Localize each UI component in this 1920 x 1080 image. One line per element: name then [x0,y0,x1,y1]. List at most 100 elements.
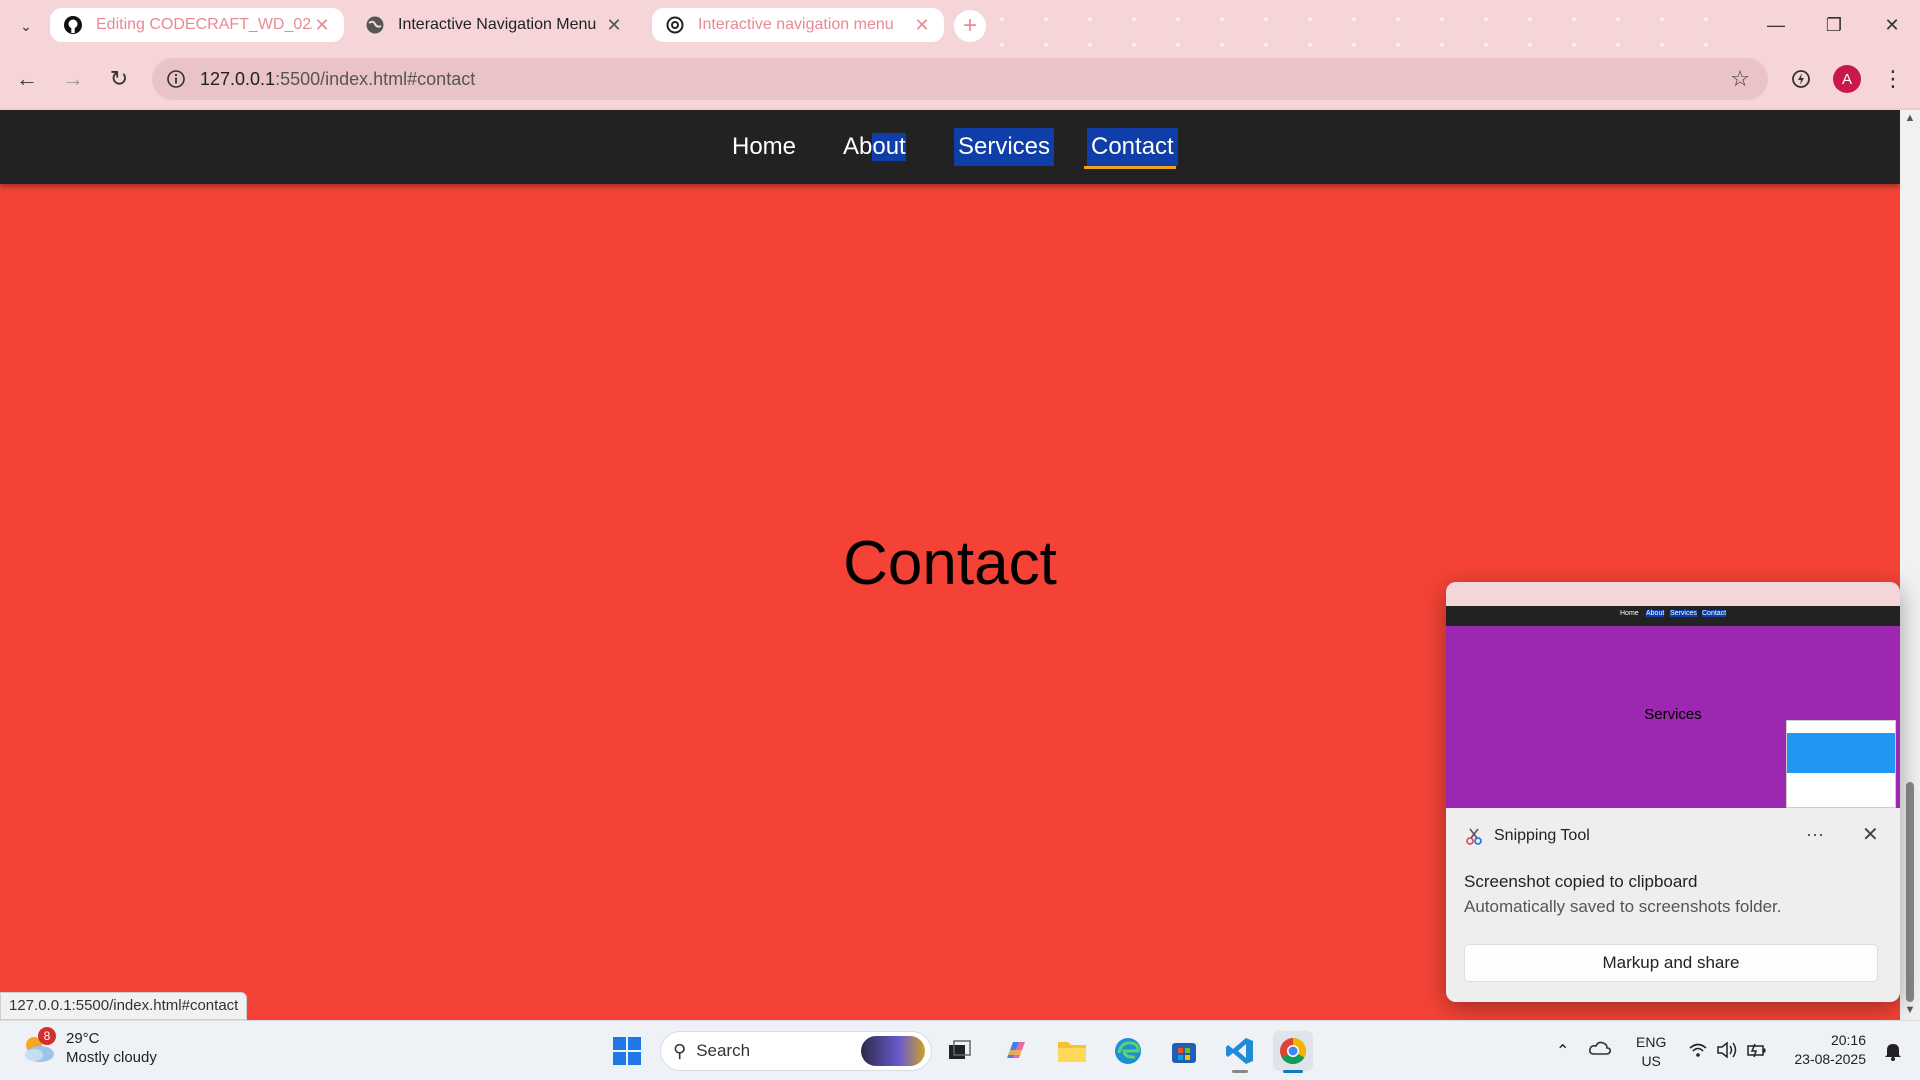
reload-icon[interactable]: ↻ [104,64,134,94]
wifi-icon[interactable] [1688,1041,1708,1064]
weather-condition: Mostly cloudy [66,1049,157,1066]
edge-icon [1115,1038,1141,1064]
preview-nav-services: Services [1670,610,1697,617]
markup-and-share-button[interactable]: Markup and share [1464,944,1878,982]
tab-editing-codecraft[interactable]: Editing CODECRAFT_WD_02/RE ✕ [50,8,344,42]
restore-icon[interactable]: ❐ [1814,10,1854,40]
search-icon: ⚲ [673,1040,687,1061]
close-icon[interactable]: ✕ [1862,822,1879,847]
site-info-icon[interactable] [164,67,188,91]
battery-charging-icon[interactable] [1746,1041,1768,1064]
tab-strip-decoration [980,0,1740,50]
clock-date: 23-08-2025 [1794,1051,1866,1067]
search-placeholder: Search [696,1041,751,1060]
start-button[interactable] [607,1031,647,1071]
vscode-button[interactable] [1220,1031,1260,1073]
preview-nav-contact: Contact [1702,610,1727,617]
profile-avatar[interactable]: A [1833,65,1861,93]
extension-icon[interactable] [1786,64,1816,94]
tab-interactive-navigation-menu-chatgpt[interactable]: Interactive navigation menu ✕ [652,8,944,42]
bookmark-star-icon[interactable]: ☆ [1730,66,1750,92]
toast-app-name: Snipping Tool [1494,827,1590,844]
back-icon[interactable]: ← [12,64,42,94]
tab-close-icon[interactable]: ✕ [312,15,332,36]
close-window-icon[interactable]: ✕ [1872,10,1912,40]
file-explorer-button[interactable] [1052,1031,1092,1071]
system-tray: ⌃ ENG US 20:16 23-08-2025 [1550,1021,1920,1080]
weather-temp: 29°C [66,1030,100,1047]
scroll-up-icon[interactable]: ▲ [1904,112,1916,124]
tab-interactive-navigation-menu[interactable]: Interactive Navigation Menu ✕ [352,8,636,42]
show-hidden-icons-chevron-icon[interactable]: ⌃ [1556,1041,1569,1061]
nav-link-contact[interactable]: Contact [1087,128,1178,166]
clock-time: 20:16 [1830,1032,1866,1048]
github-icon [62,14,84,36]
weather-badge: 8 [38,1027,56,1045]
preview-nav-about: About [1646,610,1665,617]
tab-strip: ⌄ Editing CODECRAFT_WD_02/RE ✕ Interacti… [0,0,1920,50]
preview-navbar: Home About Services Contact [1446,606,1900,626]
nav-link-home[interactable]: Home [728,128,800,166]
taskbar-search[interactable]: ⚲ Search [660,1031,932,1071]
task-view-icon [949,1040,971,1059]
link-status-bubble: 127.0.0.1:5500/index.html#contact [0,992,248,1020]
vscode-icon [1226,1038,1253,1064]
copilot-icon [1007,1042,1025,1058]
weather-text: 29°C Mostly cloudy [66,1029,157,1067]
tab-close-icon[interactable]: ✕ [912,15,932,36]
toast-title: Screenshot copied to clipboard [1464,872,1698,891]
snipping-tool-icon [1466,828,1482,845]
address-bar[interactable]: 127.0.0.1:5500/index.html#contact ☆ [152,58,1768,100]
minimize-icon[interactable]: — [1756,10,1796,40]
volume-icon[interactable] [1716,1041,1738,1064]
task-view-button[interactable] [940,1031,980,1071]
tab-search-chevron-icon[interactable]: ⌄ [14,14,38,38]
chrome-icon [1280,1037,1307,1065]
tab-title: Interactive navigation menu [698,16,894,33]
preview-nav-home: Home [1620,610,1639,617]
browser-toolbar: ← → ↻ 127.0.0.1:5500/index.html#contact … [0,50,1920,108]
preview-nested-screenshot [1786,720,1896,808]
app-running-indicator [1232,1070,1248,1073]
weather-widget[interactable]: 8 29°C Mostly cloudy [20,1027,157,1067]
url-text: 127.0.0.1:5500/index.html#contact [200,69,475,90]
tab-title: Interactive Navigation Menu [398,16,597,33]
url-path: :5500/index.html#contact [275,69,476,89]
folder-icon [1058,1042,1086,1062]
tab-close-icon[interactable]: ✕ [604,15,624,36]
language-line2: US [1641,1053,1661,1069]
taskbar: 8 29°C Mostly cloudy ⚲ Search ⌃ ENG US 2… [0,1020,1920,1080]
nav-link-about-part2: out [872,133,906,161]
notification-bell-icon[interactable] [1884,1041,1902,1066]
screenshot-preview[interactable]: Home About Services Contact Services [1446,582,1900,808]
forward-icon[interactable]: → [58,64,88,94]
active-nav-underline [1084,166,1176,169]
nav-link-services[interactable]: Services [954,128,1055,166]
chrome-button[interactable] [1273,1031,1313,1073]
toast-body: Automatically saved to screenshots folde… [1464,897,1782,916]
scroll-down-icon[interactable]: ▼ [1904,1004,1916,1016]
snipping-tool-notification[interactable]: Home About Services Contact Services Sni… [1446,582,1900,1002]
clock[interactable]: 20:16 23-08-2025 [1786,1031,1866,1069]
new-tab-button[interactable]: + [954,10,986,42]
edge-button[interactable] [1108,1031,1148,1071]
more-options-icon[interactable]: ··· [1806,824,1824,845]
copilot-button[interactable] [996,1031,1036,1071]
preview-browser-chrome [1446,582,1900,606]
site-navbar: Home Ab out Services Contact [0,110,1900,184]
openai-icon [664,14,686,36]
globe-icon [364,14,386,36]
microsoft-store-button[interactable] [1164,1031,1204,1071]
tab-title: Editing CODECRAFT_WD_02/RE [96,16,312,33]
cloudy-weather-icon: 8 [20,1027,58,1067]
language-line1: ENG [1636,1034,1667,1050]
onedrive-cloud-icon[interactable] [1588,1039,1612,1062]
page-scrollbar[interactable]: ▲ ▼ [1900,110,1920,1020]
search-highlight-image [861,1036,925,1066]
store-icon [1172,1043,1196,1063]
language-indicator[interactable]: ENG US [1636,1033,1666,1071]
scrollbar-thumb[interactable] [1906,782,1914,1002]
nav-link-about[interactable]: Ab out [839,128,910,166]
browser-menu-icon[interactable]: ⋮ [1878,64,1908,94]
toast-app-header: Snipping Tool [1464,826,1590,846]
